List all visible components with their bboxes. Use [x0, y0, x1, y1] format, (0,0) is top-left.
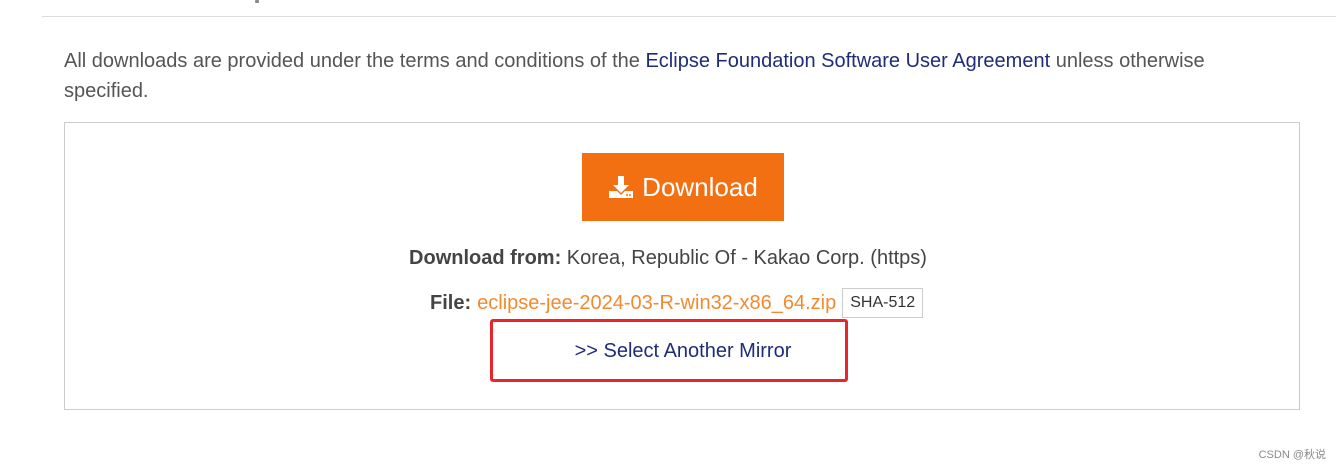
download-button-label: Download — [642, 171, 758, 202]
user-agreement-link[interactable]: Eclipse Foundation Software User Agreeme… — [645, 50, 1050, 72]
download-button[interactable]: Download — [582, 153, 784, 221]
file-label: File: — [430, 291, 472, 314]
download-page: All downloads are provided under the ter… — [0, 0, 1336, 472]
sha512-button[interactable]: SHA-512 — [842, 288, 924, 318]
download-icon — [608, 175, 634, 199]
download-from-label: Download from: — [409, 247, 562, 269]
download-source: Download from: Korea, Republic Of - Kaka… — [0, 244, 1336, 272]
download-from-value: Korea, Republic Of - Kakao Corp. (https) — [561, 247, 927, 269]
file-download-link[interactable]: eclipse-jee-2024-03-R-win32-x86_64.zip — [477, 292, 836, 315]
terms-notice: All downloads are provided under the ter… — [64, 46, 1294, 106]
annotation-highlight-box — [490, 319, 848, 382]
file-info: File: eclipse-jee-2024-03-R-win32-x86_64… — [430, 288, 924, 318]
top-fragment — [255, 0, 259, 3]
watermark: CSDN @秋说 — [1258, 449, 1326, 461]
terms-prefix: All downloads are provided under the ter… — [64, 50, 646, 72]
divider — [42, 16, 1336, 17]
